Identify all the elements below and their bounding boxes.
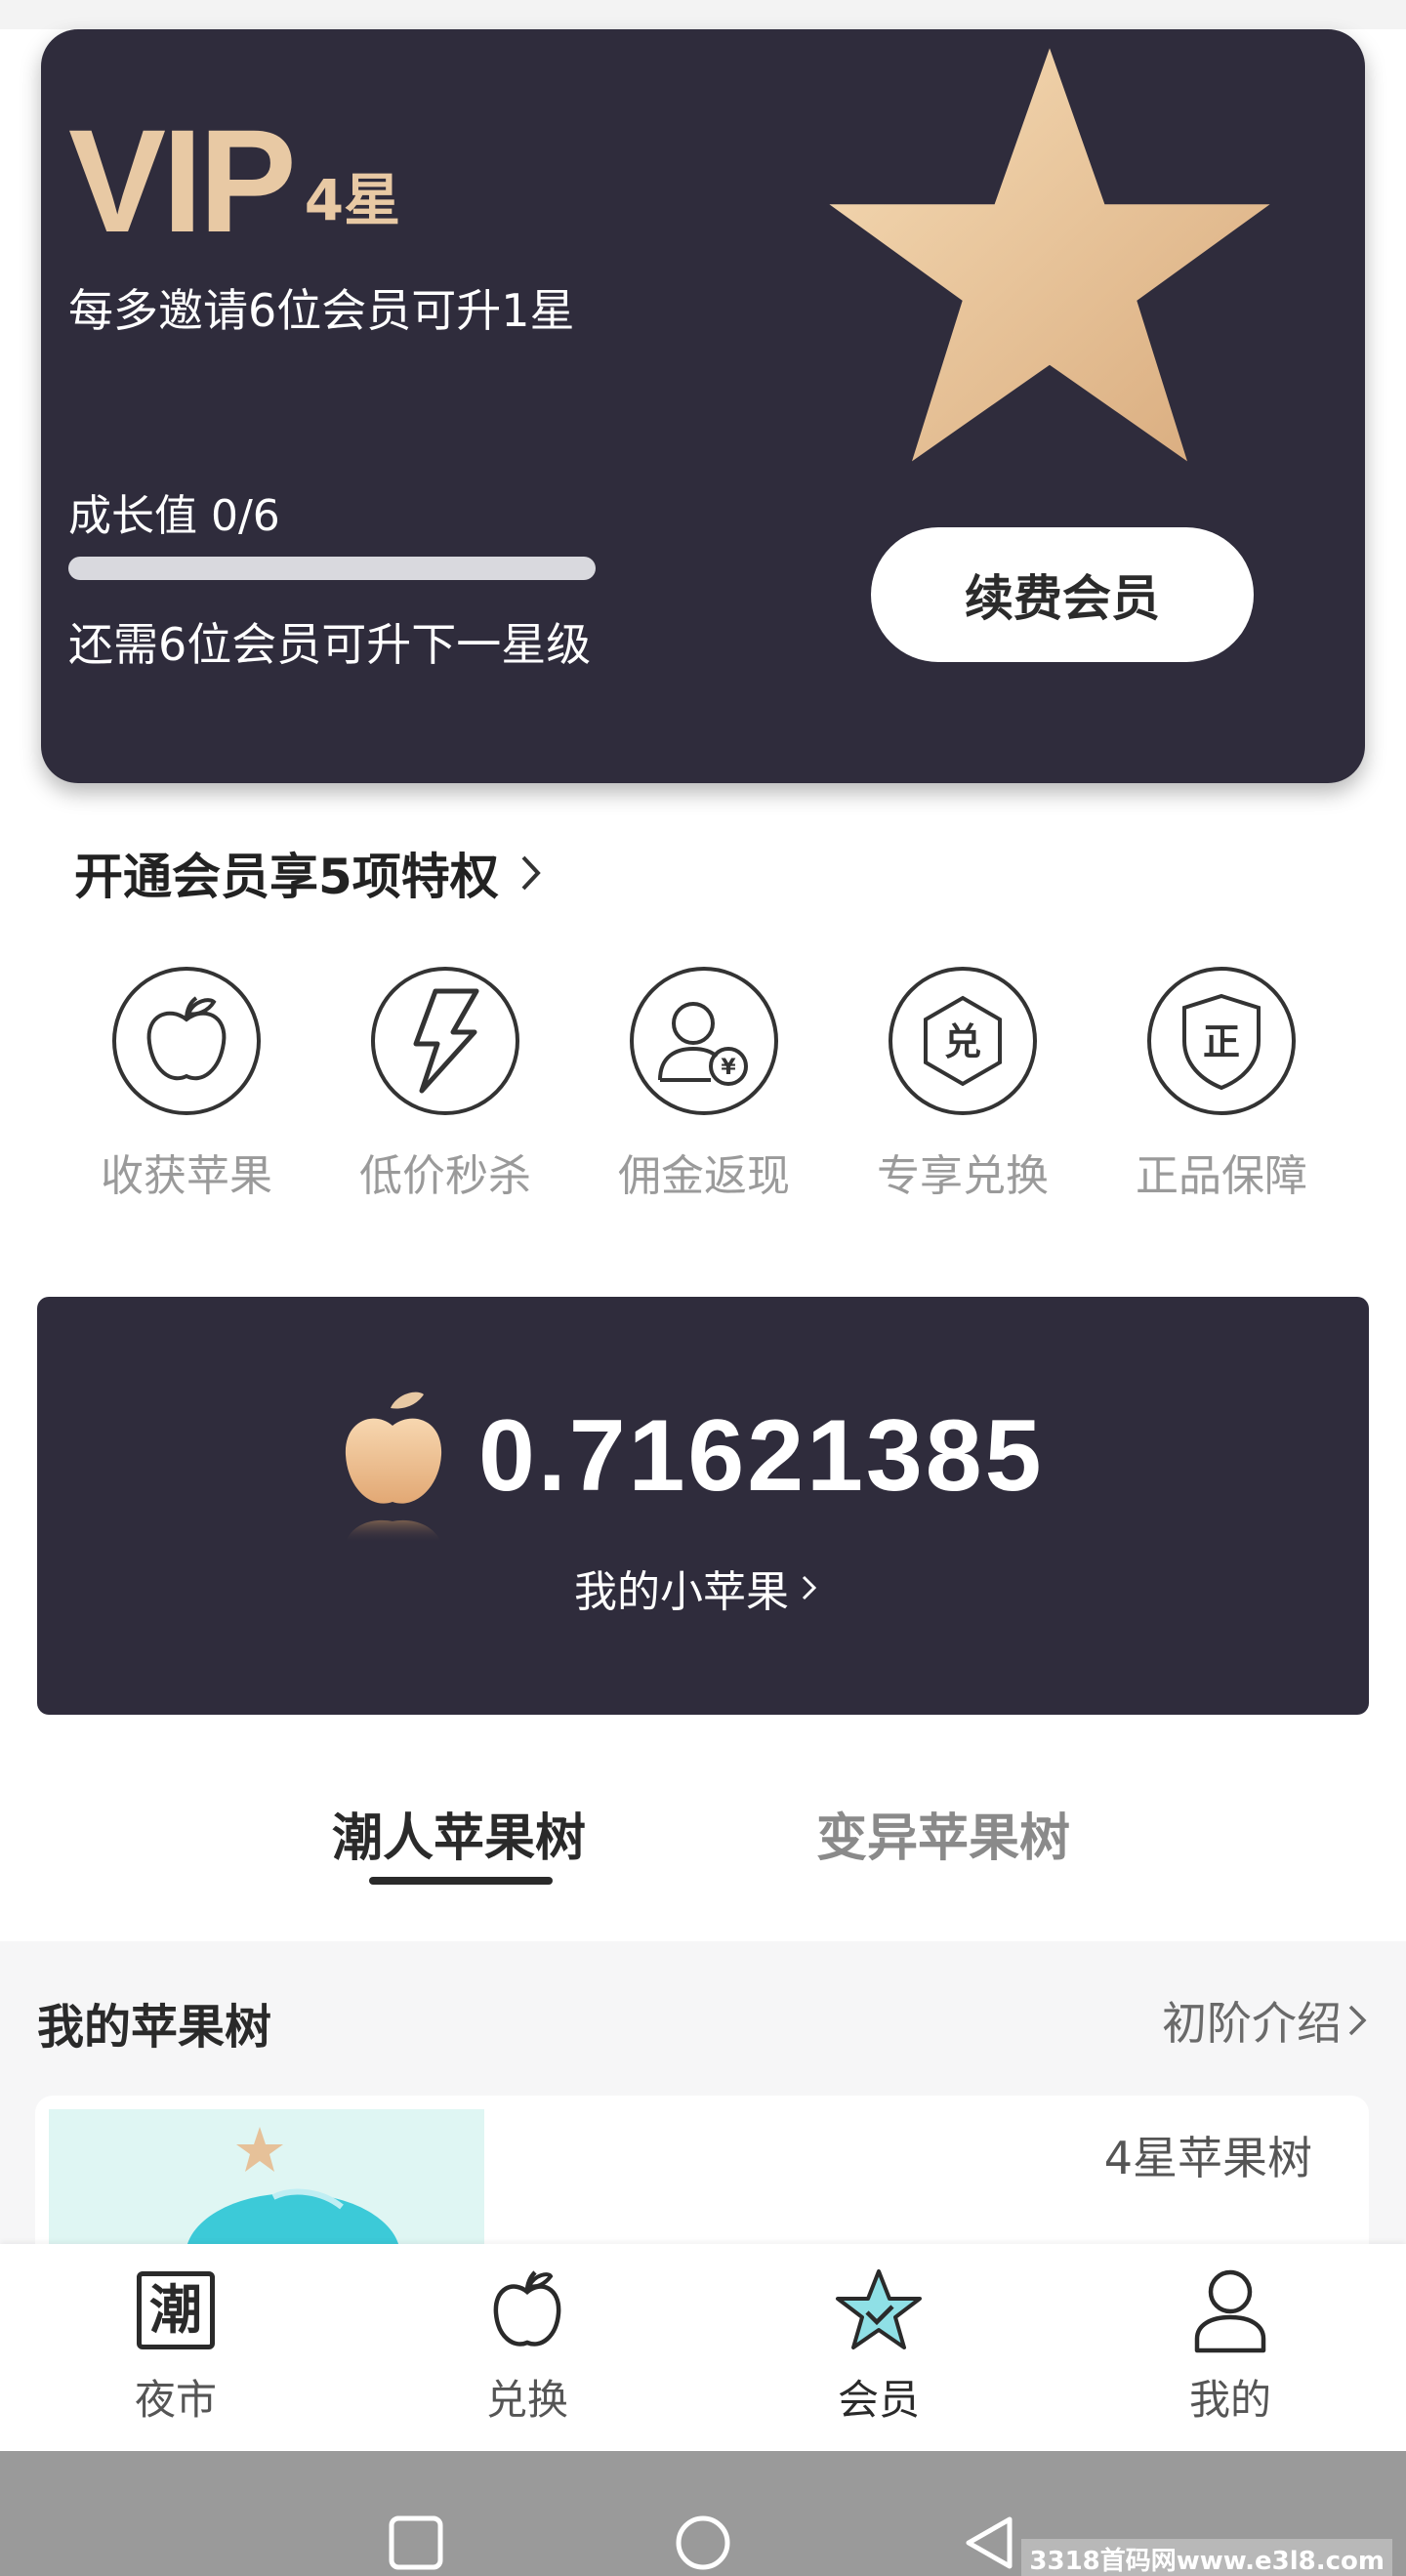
status-strip [0,0,1406,29]
recent-apps-icon[interactable] [387,2514,445,2572]
nav-membership[interactable]: 会员 [703,2244,1054,2451]
apple-tree-image [49,2109,484,2246]
svg-text:¥: ¥ [721,1056,736,1080]
home-icon[interactable] [674,2514,732,2572]
renew-membership-button[interactable]: 续费会员 [871,527,1254,662]
chevron-right-icon [521,855,541,891]
bottom-nav: 潮 夜市 兑换 会员 我的 [0,2244,1406,2451]
exchange-hexagon-icon: 兑 [889,967,1037,1115]
apple-outline-icon [482,2265,572,2355]
vip-title: VIP 4星 [68,107,400,254]
my-apples-link[interactable]: 我的小苹果 [574,1557,818,1619]
vip-label: VIP [68,99,297,263]
my-tree-title: 我的苹果树 [37,2000,272,2055]
beginner-intro-link[interactable]: 初阶介绍 [1162,1988,1369,2053]
active-tab-indicator [369,1877,553,1885]
tree-level-label: 4星苹果树 [1103,2132,1312,2184]
privilege-flash-sale[interactable]: 低价秒杀 [343,967,548,1203]
lightning-icon [371,967,519,1115]
privilege-label: 收获苹果 [101,1151,272,1201]
member-page: VIP 4星 每多邀请6位会员可升1星 成长值 0/6 还需6位会员可升下一星级… [0,0,1406,2576]
privilege-genuine-guarantee[interactable]: 正 正品保障 [1119,967,1324,1203]
growth-hint: 还需6位会员可升下一星级 [68,618,592,671]
star-badge-icon [834,2265,924,2355]
nav-label: 兑换 [485,2376,568,2424]
chevron-right-icon [1348,2005,1367,2036]
privileges-list: 收获苹果 低价秒杀 ¥ 佣金返现 兑 专享兑换 正 正品保障 [84,967,1324,1203]
privilege-exclusive-exchange[interactable]: 兑 专享兑换 [860,967,1065,1203]
nav-exchange[interactable]: 兑换 [352,2244,703,2451]
gold-star-icon [829,48,1270,462]
shield-genuine-icon: 正 [1147,967,1296,1115]
privilege-label: 佣金返现 [618,1151,790,1201]
nav-label: 夜市 [134,2376,217,2424]
nav-label: 我的 [1188,2376,1271,2424]
privilege-label: 低价秒杀 [359,1151,531,1201]
vip-star-level: 4星 [304,167,401,233]
chao-glyph: 潮 [137,2271,215,2349]
user-cashback-icon: ¥ [630,967,778,1115]
my-apples-label: 我的小苹果 [574,1567,789,1617]
chao-icon: 潮 [131,2265,221,2355]
apple-icon [112,967,261,1115]
growth-value-label: 成长值 0/6 [68,491,280,541]
vip-upgrade-rule: 每多邀请6位会员可升1星 [68,284,575,337]
back-icon[interactable] [961,2514,1019,2572]
person-icon [1185,2265,1275,2355]
privilege-harvest-apples[interactable]: 收获苹果 [84,967,289,1203]
apple-balance-amount: 0.71621385 [478,1399,1045,1513]
nav-night-market[interactable]: 潮 夜市 [0,2244,352,2451]
chevron-right-icon [802,1575,817,1600]
privilege-label: 正品保障 [1136,1151,1307,1201]
svg-text:兑: 兑 [944,1020,981,1063]
privileges-title: 开通会员享5项特权 [74,849,499,905]
privileges-header[interactable]: 开通会员享5项特权 [74,838,542,908]
nav-profile[interactable]: 我的 [1054,2244,1406,2451]
gold-apple-icon [345,1392,442,1543]
tab-mutant-apple-tree[interactable]: 变异苹果树 [816,1797,1070,1870]
privilege-label: 专享兑换 [877,1151,1049,1201]
growth-progress-bar [68,557,596,580]
nav-label: 会员 [837,2376,920,2424]
tab-trendy-apple-tree[interactable]: 潮人苹果树 [332,1797,586,1870]
beginner-intro-label: 初阶介绍 [1162,1997,1342,2050]
privilege-cashback[interactable]: ¥ 佣金返现 [601,967,806,1203]
svg-text:正: 正 [1203,1020,1240,1063]
watermark: 3318首码网www.e3l8.com [1021,2539,1392,2576]
